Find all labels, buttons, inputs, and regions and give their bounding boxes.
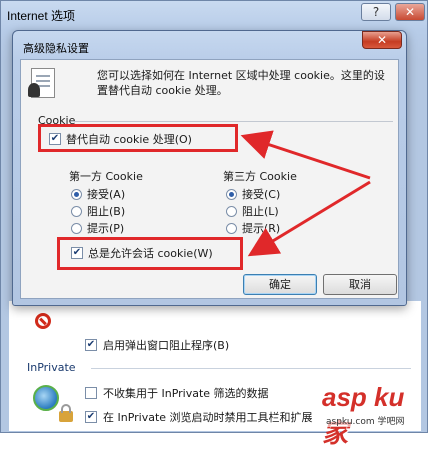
arrow-to-override <box>240 130 371 180</box>
annotation-arrows <box>240 130 371 257</box>
arrow-to-session <box>247 180 371 257</box>
site-watermark-sub: aspku.com 学吧网 <box>326 414 405 427</box>
